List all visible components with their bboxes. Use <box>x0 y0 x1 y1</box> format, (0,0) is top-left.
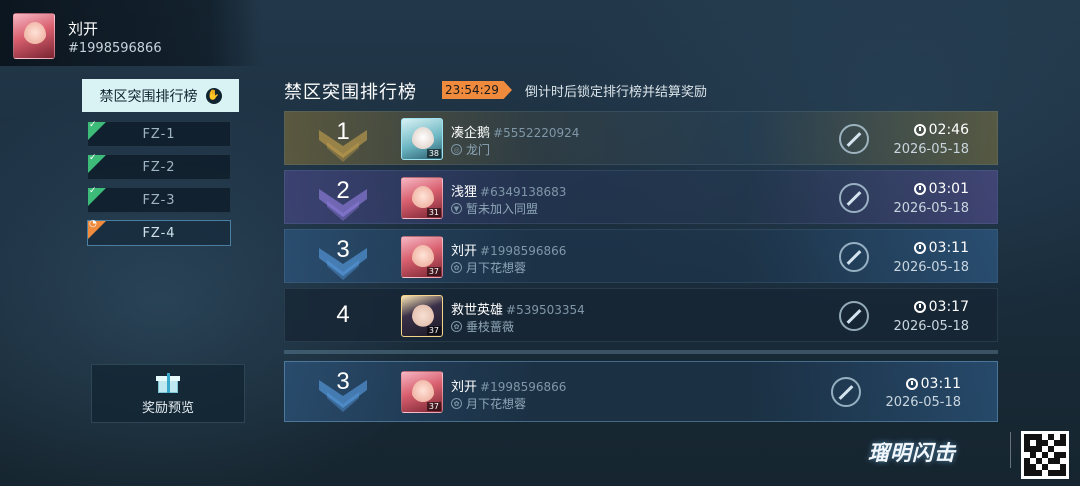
game-logo: 瑠明闪击 <box>868 441 956 465</box>
weapon-icon <box>831 377 861 407</box>
player-id: #6349138683 <box>480 185 567 199</box>
guild-icon: ◎ <box>451 144 462 155</box>
player-id: #539503354 <box>506 303 585 317</box>
weapon-icon <box>839 242 869 272</box>
stage-item-fz-1[interactable]: ✓ FZ-1 <box>87 120 231 147</box>
player-name: 刘开 <box>68 20 99 38</box>
level-tag: 37 <box>426 267 441 276</box>
player-id: #5552220924 <box>493 126 580 140</box>
list-divider <box>284 350 998 354</box>
stage-item-fz-4[interactable]: ◔ FZ-4 <box>87 219 231 246</box>
stage-label: FZ-4 <box>142 225 176 241</box>
clear-date: 2026-05-18 <box>893 260 969 275</box>
player-header: 刘开 #1998596866 <box>0 0 262 66</box>
rank-row[interactable]: 3 37 刘开 #1998596866 ✿ 月下花想蓉 03:11 2026-05… <box>284 229 998 283</box>
clock-icon <box>913 242 926 254</box>
guild-label: ◎ 龙门 <box>451 141 490 158</box>
rank-row[interactable]: 4 37 救世英雄 #539503354 ✿ 垂枝蔷薇 03:17 2026-05… <box>284 288 998 342</box>
rank-badge-icon: 3 <box>311 362 375 416</box>
guild-label: ✿ 垂枝蔷薇 <box>451 318 514 335</box>
hand-icon: ✋ <box>205 87 222 104</box>
guild-icon: ✿ <box>451 262 462 273</box>
board-title: 禁区突围排行榜 <box>284 82 417 103</box>
weapon-icon <box>839 124 869 154</box>
rank-badge-icon: 3 <box>311 230 375 282</box>
level-tag: 38 <box>426 149 441 158</box>
rank-number: 3 <box>336 368 350 395</box>
player-avatar[interactable]: 31 <box>401 177 443 219</box>
clear-date: 2026-05-18 <box>885 395 961 410</box>
rank-badge: 4 <box>311 289 375 341</box>
stage-item-fz-2[interactable]: ✓ FZ-2 <box>87 153 231 180</box>
clear-date: 2026-05-18 <box>893 142 969 157</box>
clear-time: 03:01 <box>913 181 969 197</box>
rank-number: 2 <box>336 177 350 204</box>
stage-item-fz-3[interactable]: ✓ FZ-3 <box>87 186 231 213</box>
countdown-note: 倒计时后锁定排行榜并结算奖励 <box>525 85 708 100</box>
player-id: #1998596866 <box>68 41 162 56</box>
reward-preview-button[interactable]: 奖励预览 <box>91 364 245 423</box>
check-icon: ✓ <box>89 153 98 163</box>
level-tag: 31 <box>426 208 441 217</box>
player-name: 刘开 #1998596866 <box>451 244 567 259</box>
rank-badge-icon: 2 <box>311 171 375 223</box>
check-icon: ✓ <box>89 120 98 130</box>
rank-number: 3 <box>336 236 350 263</box>
clear-time: 03:17 <box>913 299 969 315</box>
player-name: 救世英雄 #539503354 <box>451 303 585 318</box>
guild-icon: ✿ <box>451 321 462 332</box>
clock-icon <box>913 124 926 136</box>
qr-code-icon <box>1021 431 1069 479</box>
player-name: 浅狸 #6349138683 <box>451 185 567 200</box>
clear-time: 03:11 <box>913 240 969 256</box>
clear-date: 2026-05-18 <box>893 201 969 216</box>
player-id: #1998596866 <box>480 380 567 394</box>
gift-icon <box>156 371 180 393</box>
player-avatar[interactable]: 37 <box>401 236 443 278</box>
clock-icon: ◔ <box>89 219 98 229</box>
rank-row[interactable]: 2 31 浅狸 #6349138683 ▼ 暂未加入同盟 03:01 2026-0… <box>284 170 998 224</box>
tab-leaderboard-label: 禁区突围排行榜 <box>99 88 198 105</box>
stage-label: FZ-2 <box>142 159 176 175</box>
guild-label: ✿ 月下花想蓉 <box>451 259 526 276</box>
player-id: #1998596866 <box>480 244 567 258</box>
player-name: 凑企鹅 #5552220924 <box>451 126 580 141</box>
guild-icon: ▼ <box>451 203 462 214</box>
self-rank-row[interactable]: 3 37 刘开 #1998596866 ✿ 月下花想蓉 03:11 2026-05… <box>284 361 998 422</box>
clear-time: 02:46 <box>913 122 969 138</box>
level-tag: 37 <box>426 402 441 411</box>
level-tag: 37 <box>426 326 441 335</box>
clear-time: 03:11 <box>905 376 961 392</box>
guild-label: ✿ 月下花想蓉 <box>451 395 526 412</box>
clock-icon <box>905 378 918 390</box>
player-avatar[interactable]: 37 <box>401 371 443 413</box>
countdown-value: 23:54:29 <box>445 83 499 97</box>
reward-preview-label: 奖励预览 <box>141 401 194 416</box>
player-avatar[interactable]: 37 <box>401 295 443 337</box>
player-avatar[interactable] <box>13 13 55 59</box>
rank-number: 1 <box>336 118 350 145</box>
player-name: 刘开 #1998596866 <box>451 380 567 395</box>
logo-divider <box>1010 432 1011 468</box>
rank-number: 4 <box>336 301 350 328</box>
stage-label: FZ-3 <box>142 192 176 208</box>
countdown-badge: 23:54:29 <box>442 81 512 99</box>
player-avatar[interactable]: 38 <box>401 118 443 160</box>
weapon-icon <box>839 301 869 331</box>
clear-date: 2026-05-18 <box>893 319 969 334</box>
guild-icon: ✿ <box>451 398 462 409</box>
guild-label: ▼ 暂未加入同盟 <box>451 200 538 217</box>
stage-label: FZ-1 <box>142 126 176 142</box>
weapon-icon <box>839 183 869 213</box>
clock-icon <box>913 183 926 195</box>
tab-leaderboard[interactable]: 禁区突围排行榜 ✋ <box>82 79 239 112</box>
rank-badge-icon: 1 <box>311 112 375 164</box>
rank-row[interactable]: 1 38 凑企鹅 #5552220924 ◎ 龙门 02:46 2026-05-1… <box>284 111 998 165</box>
clock-icon <box>913 301 926 313</box>
check-icon: ✓ <box>89 186 98 196</box>
